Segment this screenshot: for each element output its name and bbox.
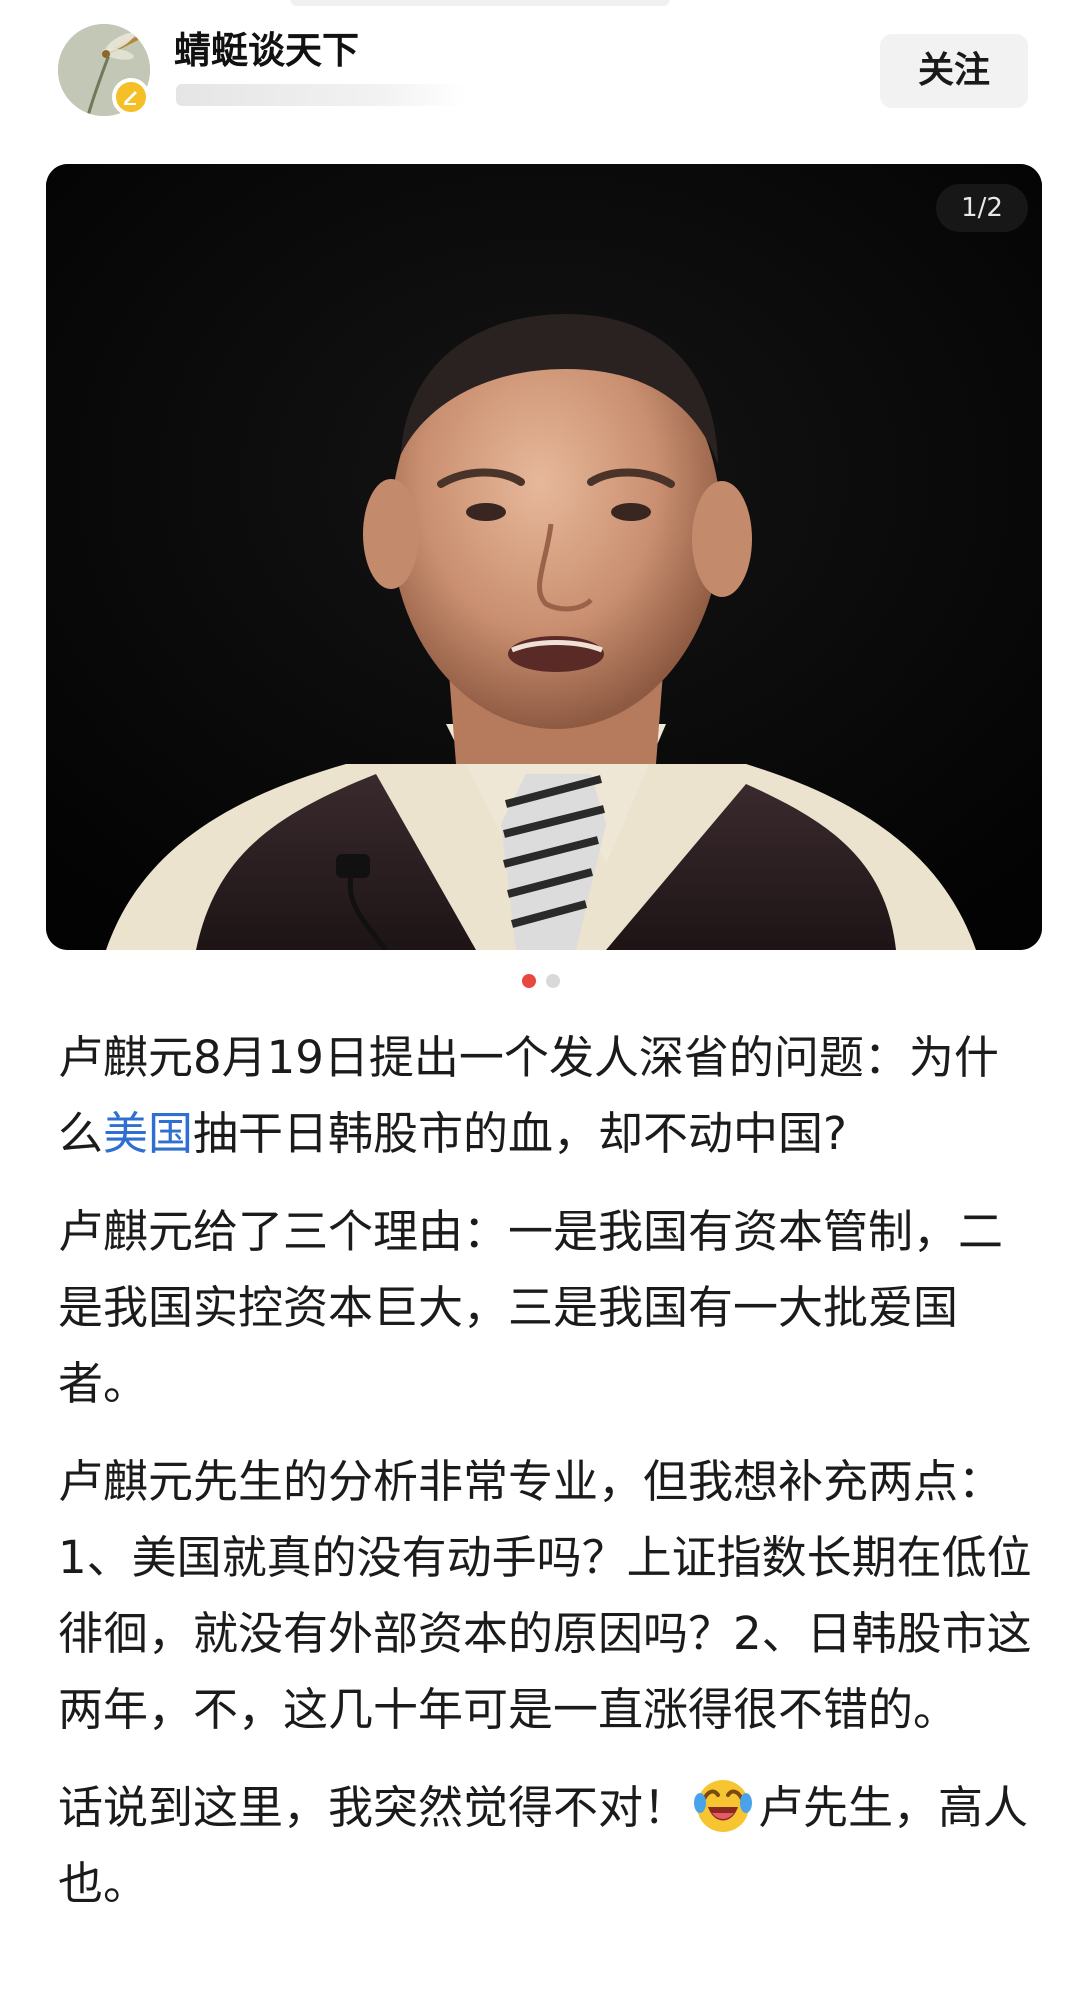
gallery-pagination[interactable] bbox=[522, 974, 582, 988]
follow-button[interactable]: 关注 bbox=[880, 34, 1028, 108]
pagination-dot-active[interactable] bbox=[522, 974, 536, 988]
topic-link-usa[interactable]: 美国 bbox=[103, 1107, 193, 1160]
image-page-counter: 1/2 bbox=[936, 184, 1028, 232]
post-header: 蜻蜓谈天下 关注 bbox=[0, 0, 1088, 150]
post-photo[interactable]: 1/2 bbox=[46, 164, 1042, 950]
paragraph-4: 话说到这里，我突然觉得不对！ 卢先生，高人也。 bbox=[58, 1770, 1043, 1922]
verified-badge-icon bbox=[112, 78, 150, 116]
post-body: 卢麒元8月19日提出一个发人深省的问题：为什么美国抽干日韩股市的血，却不动中国?… bbox=[58, 1020, 1043, 1944]
paragraph-1-text-end: 抽干日韩股市的血，却不动中国? bbox=[193, 1107, 847, 1160]
paragraph-3: 卢麒元先生的分析非常专业，但我想补充两点：1、美国就真的没有动手吗？上证指数长期… bbox=[58, 1455, 1032, 1736]
laughing-crying-emoji-icon bbox=[692, 1773, 754, 1835]
portrait-image bbox=[46, 164, 1042, 950]
paragraph-2: 卢麒元给了三个理由：一是我国有资本管制，二是我国实控资本巨大，三是我国有一大批爱… bbox=[58, 1205, 1004, 1410]
paragraph-1: 卢麒元8月19日提出一个发人深省的问题：为什么美国抽干日韩股市的血，却不动中国? bbox=[58, 1020, 1043, 1172]
author-subline-redacted bbox=[176, 84, 466, 106]
paragraph-4-text-start: 话说到这里，我突然觉得不对！ bbox=[58, 1781, 689, 1834]
pagination-dot[interactable] bbox=[546, 974, 560, 988]
author-name[interactable]: 蜻蜓谈天下 bbox=[174, 26, 359, 76]
